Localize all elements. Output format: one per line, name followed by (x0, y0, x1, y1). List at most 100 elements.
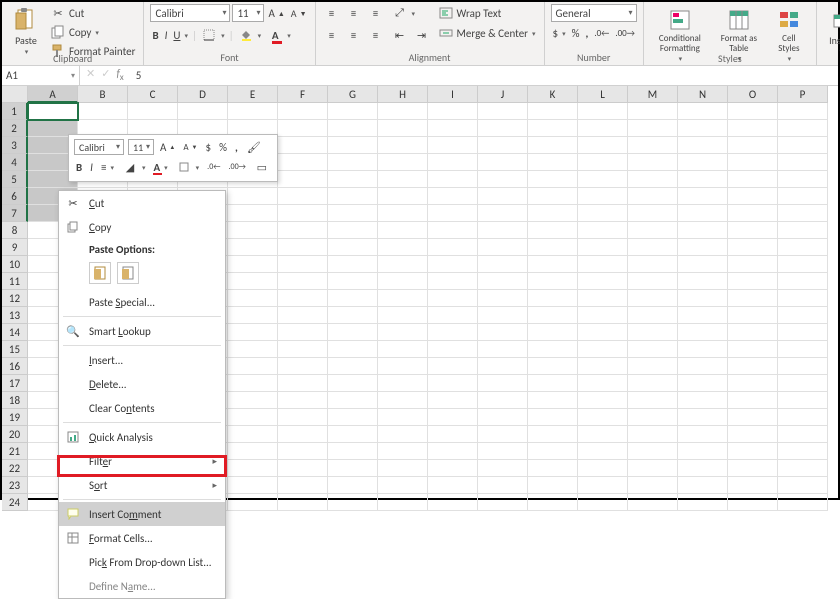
cell-J12[interactable] (478, 290, 528, 307)
align-top-button[interactable]: ≡ (322, 4, 342, 22)
cell-N19[interactable] (678, 409, 728, 426)
cell-M2[interactable] (628, 120, 678, 137)
cell-J20[interactable] (478, 426, 528, 443)
cell-E20[interactable] (228, 426, 278, 443)
cell-L23[interactable] (578, 477, 628, 494)
cell-J23[interactable] (478, 477, 528, 494)
cell-J4[interactable] (478, 154, 528, 171)
cell-O16[interactable] (728, 358, 778, 375)
col-header-A[interactable]: A (28, 86, 78, 103)
cell-M19[interactable] (628, 409, 678, 426)
cell-K12[interactable] (528, 290, 578, 307)
cell-N9[interactable] (678, 239, 728, 256)
ctx-insert-comment[interactable]: Insert Comment (59, 502, 225, 526)
cell-K9[interactable] (528, 239, 578, 256)
cell-I6[interactable] (428, 188, 478, 205)
cell-L1[interactable] (578, 103, 628, 120)
cell-P10[interactable] (778, 256, 828, 273)
font-name-select[interactable]: Calibri (150, 4, 230, 22)
cell-H10[interactable] (378, 256, 428, 273)
cell-O17[interactable] (728, 375, 778, 392)
cell-K13[interactable] (528, 307, 578, 324)
cell-I5[interactable] (428, 171, 478, 188)
cell-H4[interactable] (378, 154, 428, 171)
cell-G5[interactable] (328, 171, 378, 188)
col-header-M[interactable]: M (628, 86, 678, 103)
cell-L2[interactable] (578, 120, 628, 137)
mini-align[interactable]: ≡▾ (99, 160, 116, 175)
col-header-B[interactable]: B (78, 86, 128, 103)
cell-H14[interactable] (378, 324, 428, 341)
cell-G12[interactable] (328, 290, 378, 307)
ctx-format-cells[interactable]: Format Cells... (59, 526, 225, 550)
cell-D1[interactable] (178, 103, 228, 120)
number-format-select[interactable]: General (551, 4, 637, 22)
cell-M1[interactable] (628, 103, 678, 120)
row-header-8[interactable]: 8 (2, 222, 28, 239)
cell-F7[interactable] (278, 205, 328, 222)
cell-O12[interactable] (728, 290, 778, 307)
row-header-6[interactable]: 6 (2, 188, 28, 205)
cell-E9[interactable] (228, 239, 278, 256)
mini-fill-color[interactable]: ◢▾ (120, 158, 148, 176)
currency-button[interactable]: $▾ (551, 26, 568, 41)
cell-O14[interactable] (728, 324, 778, 341)
cell-M10[interactable] (628, 256, 678, 273)
cell-H24[interactable] (378, 494, 428, 511)
cell-M17[interactable] (628, 375, 678, 392)
cell-H11[interactable] (378, 273, 428, 290)
cell-N20[interactable] (678, 426, 728, 443)
col-header-G[interactable]: G (328, 86, 378, 103)
cell-G23[interactable] (328, 477, 378, 494)
cell-M3[interactable] (628, 137, 678, 154)
cell-G22[interactable] (328, 460, 378, 477)
col-header-J[interactable]: J (478, 86, 528, 103)
cell-P17[interactable] (778, 375, 828, 392)
cell-L18[interactable] (578, 392, 628, 409)
cell-I1[interactable] (428, 103, 478, 120)
cell-I19[interactable] (428, 409, 478, 426)
cell-O13[interactable] (728, 307, 778, 324)
ctx-sort[interactable]: Sort▸ (59, 473, 225, 497)
cell-L10[interactable] (578, 256, 628, 273)
cell-G3[interactable] (328, 137, 378, 154)
cell-N5[interactable] (678, 171, 728, 188)
cell-K3[interactable] (528, 137, 578, 154)
mini-percent[interactable]: % (217, 140, 229, 155)
orientation-button[interactable]: ⤢▾ (390, 4, 418, 22)
col-header-H[interactable]: H (378, 86, 428, 103)
cell-I16[interactable] (428, 358, 478, 375)
cell-F14[interactable] (278, 324, 328, 341)
cell-H23[interactable] (378, 477, 428, 494)
cell-F12[interactable] (278, 290, 328, 307)
cell-F1[interactable] (278, 103, 328, 120)
cell-F2[interactable] (278, 120, 328, 137)
cell-E7[interactable] (228, 205, 278, 222)
cell-M13[interactable] (628, 307, 678, 324)
row-header-19[interactable]: 19 (2, 409, 28, 426)
cell-I20[interactable] (428, 426, 478, 443)
cell-F15[interactable] (278, 341, 328, 358)
row-header-3[interactable]: 3 (2, 137, 28, 154)
cell-I15[interactable] (428, 341, 478, 358)
cell-N11[interactable] (678, 273, 728, 290)
col-header-C[interactable]: C (128, 86, 178, 103)
row-header-2[interactable]: 2 (2, 120, 28, 137)
cell-P22[interactable] (778, 460, 828, 477)
cell-I4[interactable] (428, 154, 478, 171)
cell-P8[interactable] (778, 222, 828, 239)
cell-M16[interactable] (628, 358, 678, 375)
cell-H22[interactable] (378, 460, 428, 477)
cell-H20[interactable] (378, 426, 428, 443)
cell-H2[interactable] (378, 120, 428, 137)
cell-J17[interactable] (478, 375, 528, 392)
cell-E11[interactable] (228, 273, 278, 290)
cell-I23[interactable] (428, 477, 478, 494)
cell-P14[interactable] (778, 324, 828, 341)
cell-M21[interactable] (628, 443, 678, 460)
cell-N6[interactable] (678, 188, 728, 205)
cell-H16[interactable] (378, 358, 428, 375)
cell-H9[interactable] (378, 239, 428, 256)
cell-L19[interactable] (578, 409, 628, 426)
cell-O10[interactable] (728, 256, 778, 273)
